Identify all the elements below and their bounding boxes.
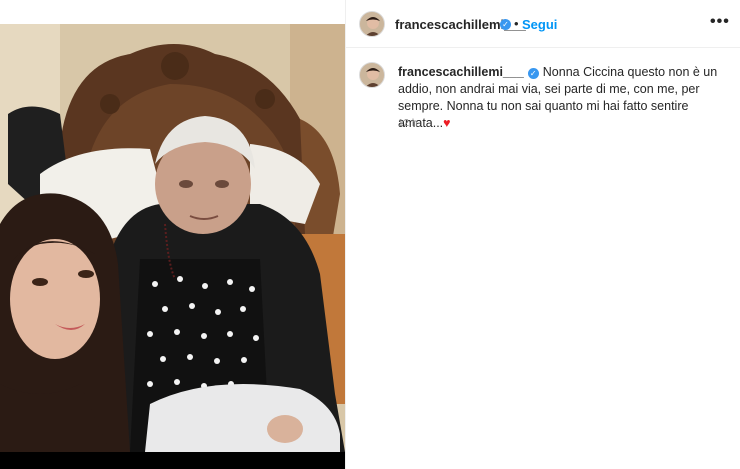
post-photo[interactable] [0, 24, 345, 452]
bottom-strip [0, 452, 345, 469]
verified-badge-icon: ✓ [500, 19, 511, 30]
post-timestamp[interactable]: 12 h [398, 118, 417, 129]
verified-badge-icon: ✓ [527, 68, 539, 79]
post-side-panel: francescachillemi___ ✓ • Segui ••• franc… [345, 0, 740, 469]
top-strip [0, 0, 345, 24]
post-header: francescachillemi___ ✓ • Segui ••• [346, 0, 740, 48]
follow-button[interactable]: Segui [522, 17, 557, 32]
caption-avatar[interactable] [359, 62, 385, 88]
more-options-icon[interactable]: ••• [710, 13, 730, 31]
profile-avatar[interactable] [359, 11, 385, 37]
caption-username[interactable]: francescachillemi___ [398, 65, 524, 79]
caption-body: francescachillemi___ ✓ Nonna Ciccina quest… [398, 64, 728, 132]
red-heart-emoji: ♥ [443, 116, 451, 130]
separator-dot: • [514, 16, 519, 31]
